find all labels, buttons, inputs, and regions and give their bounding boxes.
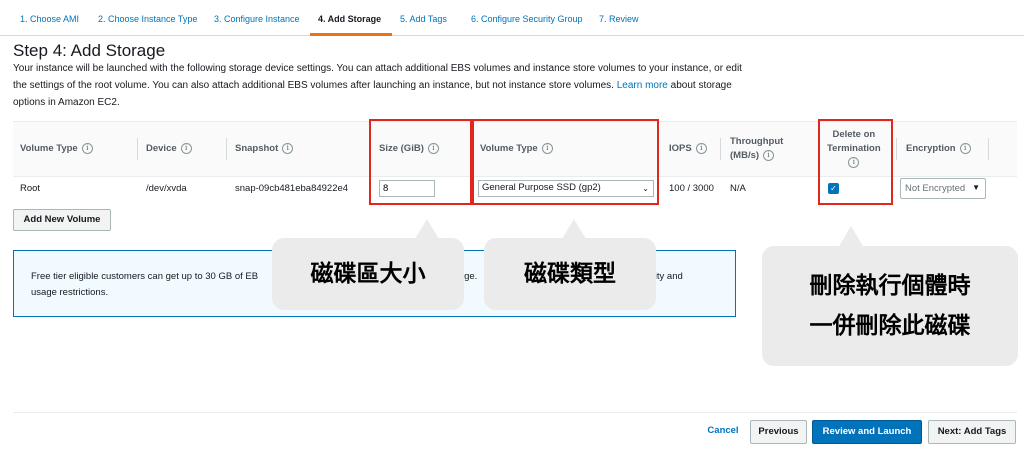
cell-snapshot: snap-09cb481eba84922e4 xyxy=(235,183,349,194)
add-new-volume-button[interactable]: Add New Volume xyxy=(13,209,111,231)
wizard-tabs: 1. Choose AMI 2. Choose Instance Type 3.… xyxy=(0,0,1024,36)
cell-volume-type: Root xyxy=(20,183,41,194)
tab-add-tags[interactable]: 5. Add Tags xyxy=(400,14,447,24)
size-highlight-box xyxy=(369,119,472,205)
header-volume-type: Volume Type i xyxy=(20,142,93,156)
tab-configure-security-group[interactable]: 6. Configure Security Group xyxy=(471,14,583,24)
caret-down-icon: ▼ xyxy=(972,183,980,192)
tab-choose-ami[interactable]: 1. Choose AMI xyxy=(20,14,79,24)
cell-iops: 100 / 3000 xyxy=(669,183,714,194)
header-encryption: Encryption i xyxy=(906,142,971,156)
info-icon[interactable]: i xyxy=(763,149,775,161)
header-iops: IOPS i xyxy=(669,142,707,156)
cell-device: /dev/xvda xyxy=(146,183,187,194)
tab-review[interactable]: 7. Review xyxy=(599,14,639,24)
tab-add-storage[interactable]: 4. Add Storage xyxy=(318,14,381,24)
info-icon[interactable]: i xyxy=(81,142,93,154)
info-icon[interactable]: i xyxy=(180,142,192,154)
callout-size: 磁碟區大小 xyxy=(272,238,464,310)
callout-delete-on-termination: 刪除執行個體時 一併刪除此磁碟 xyxy=(762,246,1018,366)
callout-tail xyxy=(562,219,586,239)
callout-tail xyxy=(838,226,864,248)
tab-choose-instance-type[interactable]: 2. Choose Instance Type xyxy=(98,14,197,24)
learn-more-link[interactable]: Learn more xyxy=(617,80,668,91)
callout-tail xyxy=(415,219,439,239)
review-and-launch-button[interactable]: Review and Launch xyxy=(812,420,922,444)
active-tab-indicator xyxy=(310,33,392,36)
page-title: Step 4: Add Storage xyxy=(13,41,166,60)
cell-throughput: N/A xyxy=(730,183,746,194)
cancel-button[interactable]: Cancel xyxy=(700,420,746,444)
header-snapshot: Snapshot i xyxy=(235,142,294,156)
header-throughput: Throughput (MB/s) i xyxy=(730,136,784,161)
volume-type-highlight-box xyxy=(472,119,659,205)
delete-termination-highlight-box xyxy=(818,119,893,205)
page-description: Your instance will be launched with the … xyxy=(13,60,753,111)
info-icon[interactable]: i xyxy=(959,142,971,154)
header-device: Device i xyxy=(146,142,192,156)
info-icon[interactable]: i xyxy=(695,142,707,154)
tab-configure-instance[interactable]: 3. Configure Instance xyxy=(214,14,300,24)
encryption-select[interactable]: Not Encrypted ▼ xyxy=(900,178,986,199)
next-add-tags-button[interactable]: Next: Add Tags xyxy=(928,420,1016,444)
footer-divider xyxy=(13,412,1017,413)
callout-volume-type: 磁碟類型 xyxy=(484,238,656,310)
previous-button[interactable]: Previous xyxy=(750,420,807,444)
info-icon[interactable]: i xyxy=(282,142,294,154)
